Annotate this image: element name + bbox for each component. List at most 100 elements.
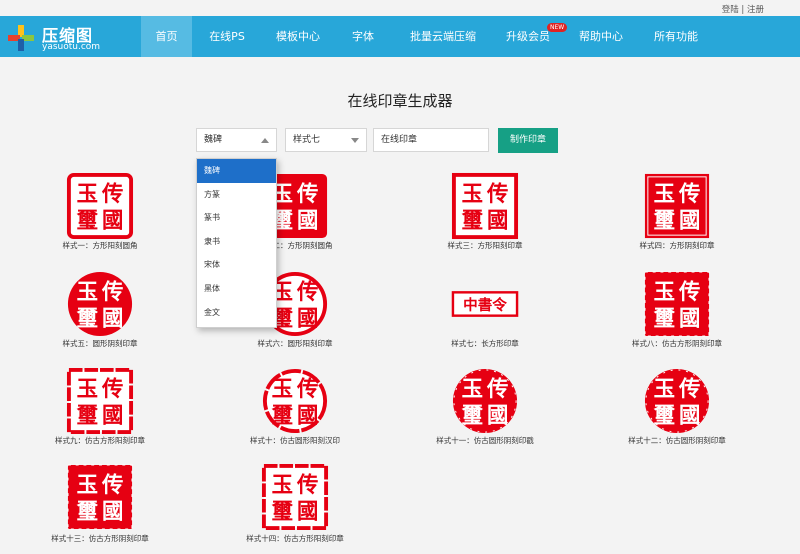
seal-character: 传 — [101, 377, 123, 402]
seal-character: 玉 — [77, 280, 98, 305]
font-option[interactable]: 隶书 — [197, 230, 276, 254]
seal-caption: 样式十二：仿古圆形阴刻印章 — [628, 436, 726, 445]
login-link[interactable]: 登陆 — [722, 5, 739, 15]
font-select[interactable]: 魏碑 — [196, 128, 277, 152]
seal-preview[interactable]: 传國玉璽 — [643, 172, 711, 240]
seal-character: 璽 — [653, 306, 676, 331]
caret-down-icon — [351, 138, 359, 143]
style-select[interactable]: 样式七 — [285, 128, 367, 152]
font-select-value: 魏碑 — [204, 135, 223, 145]
nav-label: 首页 — [155, 30, 178, 43]
seal-character: 传 — [101, 182, 123, 207]
new-badge: NEW — [547, 23, 568, 32]
seal-character: 传 — [101, 280, 123, 305]
seal-character: 國 — [297, 208, 318, 233]
seal-character: 璽 — [653, 208, 676, 233]
seal-character: 國 — [679, 306, 700, 331]
make-seal-button[interactable]: 制作印章 — [498, 128, 558, 153]
seal-character: 璽 — [271, 403, 294, 428]
seal-character: 璽 — [653, 403, 676, 428]
seal-preview[interactable]: 传國玉璽 — [451, 367, 519, 435]
nav-label: 所有功能 — [654, 30, 698, 43]
seal-character: 传 — [296, 377, 318, 402]
seal-preview[interactable]: 中書令 — [451, 290, 519, 318]
font-dropdown-list: 魏碑 方篆 篆书 隶书 宋体 黑体 金文 — [196, 158, 277, 328]
font-option[interactable]: 篆书 — [197, 206, 276, 230]
nav-fonts[interactable]: 字体 — [345, 16, 381, 57]
seal-character: 玉 — [654, 280, 675, 305]
nav-label: 字体 — [352, 30, 374, 43]
seal-character: 传 — [486, 182, 508, 207]
caret-up-icon — [261, 138, 269, 143]
seal-character: 玉 — [272, 377, 293, 402]
seal-character: 國 — [679, 208, 700, 233]
seal-character: 玉 — [77, 182, 98, 207]
seal-caption: 样式九：仿古方形阳刻印章 — [55, 436, 145, 445]
seal-character: 传 — [678, 280, 700, 305]
seal-character: 传 — [101, 473, 123, 498]
font-option[interactable]: 黑体 — [197, 277, 276, 301]
font-option[interactable]: 魏碑 — [197, 159, 276, 183]
seal-character: 國 — [297, 403, 318, 428]
seal-character: 玉 — [654, 377, 675, 402]
nav-templates[interactable]: 模板中心 — [268, 16, 328, 57]
nav-batch-compress[interactable]: 批量云端压缩 — [400, 16, 486, 57]
font-option[interactable]: 宋体 — [197, 253, 276, 277]
seal-text-value: 在线印章 — [381, 135, 418, 145]
logo-cross-icon — [8, 25, 34, 51]
seal-caption: 样式十四：仿古方形阳刻印章 — [246, 534, 344, 543]
seal-character: 璽 — [76, 499, 99, 524]
nav-all-features[interactable]: 所有功能 — [647, 16, 705, 57]
seal-character: 國 — [487, 208, 508, 233]
page-title: 在线印章生成器 — [347, 92, 453, 110]
seal-character: 國 — [102, 208, 123, 233]
seal-preview[interactable]: 传國玉璽 — [451, 172, 519, 240]
seal-preview[interactable]: 传國玉璽 — [643, 270, 711, 338]
seal-preview[interactable]: 传國玉璽 — [261, 463, 329, 531]
seal-character: 传 — [678, 182, 700, 207]
seal-preview[interactable]: 传國玉璽 — [261, 367, 329, 435]
nav-online-ps[interactable]: 在线PS — [200, 16, 254, 57]
seal-character: 國 — [102, 403, 123, 428]
seal-character: 玉 — [272, 473, 293, 498]
seal-caption: 样式三：方形阳刻印章 — [447, 241, 523, 250]
register-link[interactable]: 注册 — [747, 5, 764, 15]
seal-character: 玉 — [77, 377, 98, 402]
seal-character: 國 — [297, 499, 318, 524]
font-option[interactable]: 方篆 — [197, 183, 276, 207]
seal-caption: 样式七：长方形印章 — [451, 339, 519, 348]
nav-label: 升级会员 — [506, 30, 550, 43]
seal-character: 璽 — [461, 208, 484, 233]
nav-help[interactable]: 帮助中心 — [572, 16, 630, 57]
seal-caption: 样式八：仿古方形阴刻印章 — [632, 339, 722, 348]
seal-character: 璽 — [271, 499, 294, 524]
style-select-value: 样式七 — [293, 135, 321, 145]
main-nav: 压缩图 yasuotu.com 首页 在线PS 模板中心 字体 批量云端压缩 升… — [0, 16, 800, 57]
top-utility-bar: 登陆 | 注册 — [0, 0, 800, 16]
seal-preview[interactable]: 传國玉璽 — [66, 367, 134, 435]
seal-character: 璽 — [76, 306, 99, 331]
seal-text: 中書令 — [463, 296, 507, 314]
seal-caption: 样式一：方形阳刻圆角 — [62, 241, 138, 250]
seal-character: 传 — [296, 473, 318, 498]
seal-preview[interactable]: 传國玉璽 — [66, 270, 134, 338]
seal-character: 國 — [102, 499, 123, 524]
seal-caption: 样式四：方形阴刻印章 — [639, 241, 715, 250]
seal-character: 传 — [296, 182, 318, 207]
seal-text-input[interactable]: 在线印章 — [373, 128, 489, 152]
seal-preview[interactable]: 传國玉璽 — [66, 463, 134, 531]
seal-preview[interactable]: 传國玉璽 — [643, 367, 711, 435]
seal-caption: 样式十三：仿古方形阴刻印章 — [51, 534, 149, 543]
font-option[interactable]: 金文 — [197, 301, 276, 325]
site-logo[interactable]: 压缩图 yasuotu.com — [8, 20, 118, 54]
seal-character: 國 — [679, 403, 700, 428]
seal-preview[interactable]: 传國玉璽 — [66, 172, 134, 240]
seal-character: 國 — [487, 403, 508, 428]
link-separator: | — [741, 5, 745, 15]
nav-label: 帮助中心 — [579, 30, 623, 43]
nav-home[interactable]: 首页 — [141, 16, 192, 57]
seal-caption: 样式六：圆形阳刻印章 — [257, 339, 333, 348]
seal-character: 传 — [486, 377, 508, 402]
nav-label: 批量云端压缩 — [410, 30, 476, 43]
seal-character: 玉 — [654, 182, 675, 207]
